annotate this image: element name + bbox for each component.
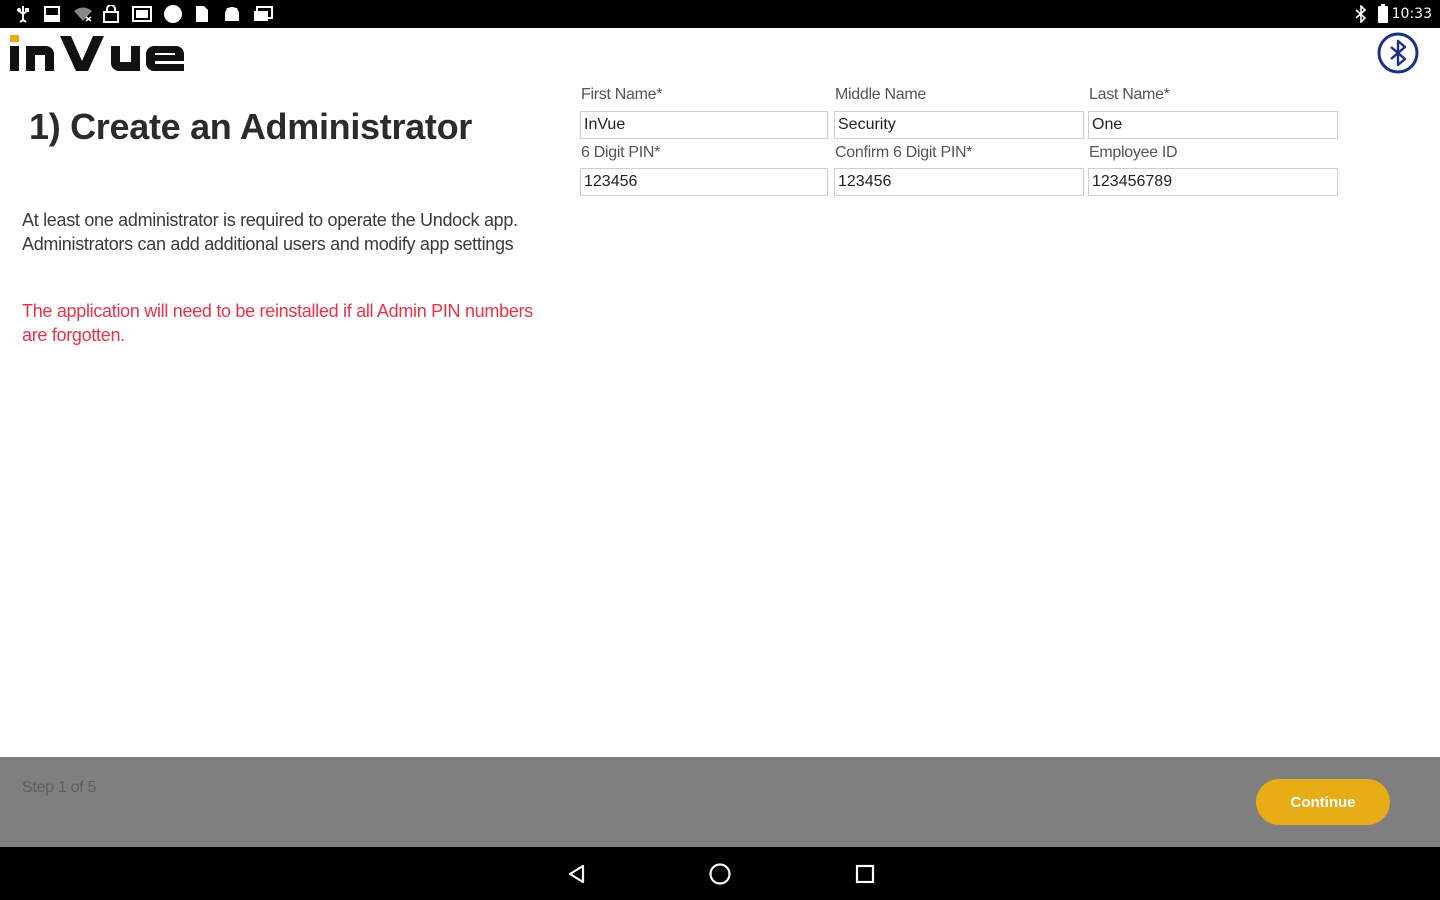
reinstall-warning-text: The application will need to be reinstal…: [22, 301, 533, 345]
usb-icon: [14, 0, 32, 28]
confirm-pin-input[interactable]: [834, 168, 1084, 196]
continue-button[interactable]: Continue: [1256, 779, 1390, 825]
system-nav-bar: [0, 847, 1440, 900]
android-icon: [222, 0, 242, 28]
status-time: 10:33: [1391, 6, 1432, 22]
bluetooth-button[interactable]: [1376, 31, 1420, 75]
gallery-icon: [131, 0, 153, 28]
photos-icon: [252, 0, 274, 28]
pin-input[interactable]: [580, 168, 828, 196]
middle-name-input[interactable]: [834, 111, 1084, 139]
first-name-label: First Name*: [581, 86, 663, 103]
last-name-input[interactable]: [1088, 111, 1338, 139]
invue-logo: [8, 30, 208, 81]
pin-label: 6 Digit PIN*: [581, 144, 661, 161]
step-indicator: Step 1 of 5: [22, 779, 97, 796]
last-name-label: Last Name*: [1089, 86, 1170, 103]
confirm-pin-label: Confirm 6 Digit PIN*: [835, 144, 973, 161]
recents-button[interactable]: [848, 857, 882, 891]
middle-name-label: Middle Name: [835, 86, 926, 103]
bluetooth-icon: [1354, 0, 1368, 28]
employee-id-label: Employee ID: [1089, 144, 1178, 161]
employee-id-input[interactable]: [1088, 168, 1338, 196]
sd-card-icon: [194, 0, 210, 28]
circle-icon: [162, 0, 184, 28]
recents-icon: [855, 864, 875, 884]
download-icon: [42, 0, 62, 28]
wifi-off-icon: [72, 0, 94, 28]
footer-bar: Step 1 of 5 Continue: [0, 757, 1440, 847]
home-icon: [709, 863, 731, 885]
admin-info-text: At least one administrator is required t…: [22, 210, 518, 254]
battery-icon: [1376, 0, 1390, 28]
status-bar: 10:33: [0, 0, 1440, 28]
back-icon: [568, 864, 585, 884]
page-title: 1) Create an Administrator: [29, 106, 472, 147]
first-name-input[interactable]: [580, 111, 828, 139]
back-button[interactable]: [560, 857, 594, 891]
home-button[interactable]: [703, 857, 737, 891]
bluetooth-icon: [1377, 32, 1419, 74]
lock-icon: [102, 0, 120, 28]
